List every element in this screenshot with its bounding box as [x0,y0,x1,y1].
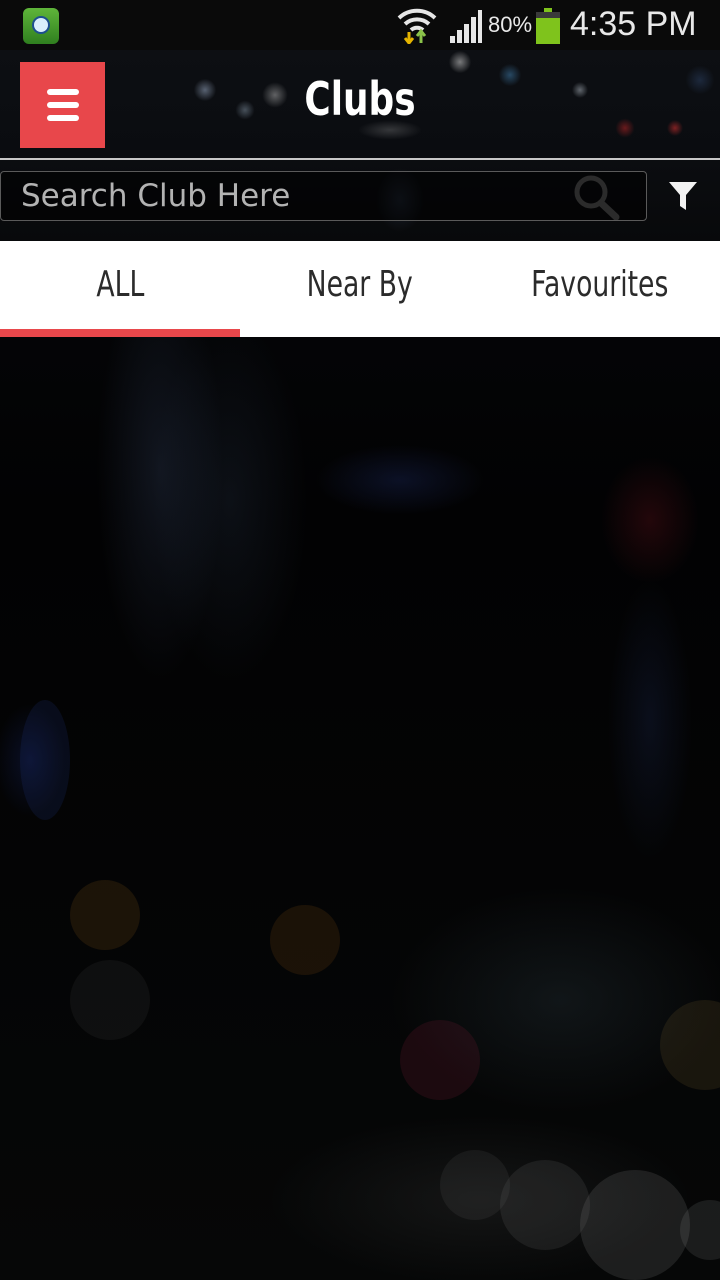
search-icon[interactable] [572,174,620,220]
tab-label: ALL [96,263,144,305]
clock: 4:35 PM [570,5,697,43]
tab-label: Near By [306,263,414,305]
tab-near-by[interactable]: Near By [240,241,480,337]
wifi-icon [397,8,437,44]
app-toolbar: Clubs [0,50,720,160]
signal-icon [450,10,482,43]
app-screen: 80% 4:35 PM Clubs Search Club Here ALL N… [0,0,720,1280]
battery-percent: 80% [488,12,533,37]
tab-label: Favourites [531,263,669,305]
page-title: Clubs [304,72,416,126]
active-tab-indicator [0,329,240,337]
search-input[interactable] [9,172,564,220]
battery-icon [536,8,560,44]
tab-favourites[interactable]: Favourites [480,241,720,337]
search-box [0,171,647,221]
app-notification-icon [23,8,59,44]
status-bar: 80% 4:35 PM [0,0,720,50]
search-row [0,160,720,241]
tab-all[interactable]: ALL [0,241,240,337]
filter-icon[interactable] [668,180,698,212]
tab-bar: ALL Near By Favourites [0,241,720,337]
